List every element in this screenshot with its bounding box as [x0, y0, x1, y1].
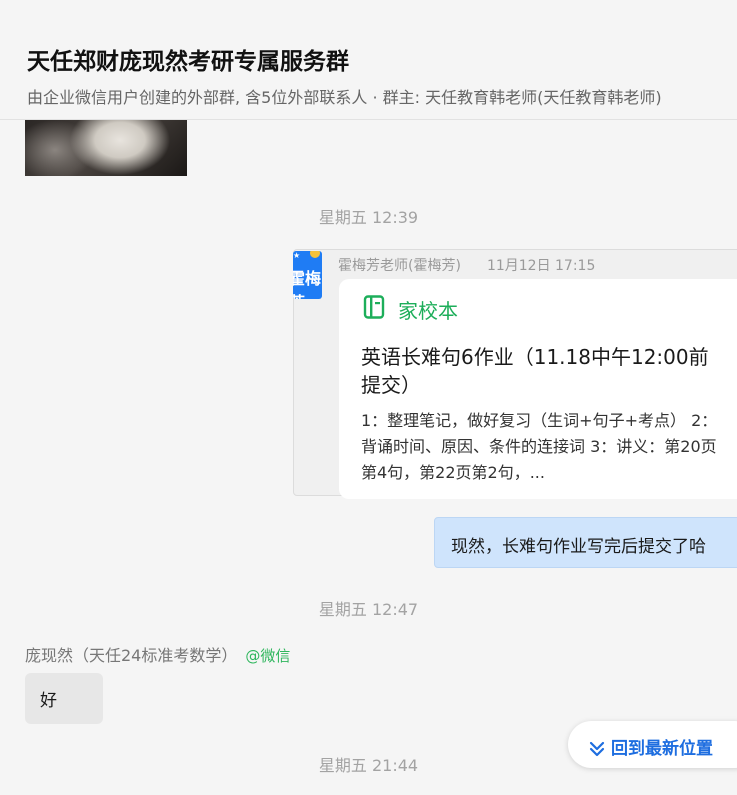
notebook-icon: [363, 295, 385, 319]
chat-header: 天任郑财庞现然考研专属服务群 由企业微信用户创建的外部群, 含5位外部联系人 ·…: [0, 0, 737, 120]
avatar[interactable]: ★ 霍梅芳: [293, 251, 322, 299]
card-title: 英语长难句6作业（11.18中午12:00前提交）: [361, 345, 709, 397]
app-name: 家校本: [398, 299, 458, 323]
time-separator: 星期五 12:39: [318, 208, 419, 227]
group-title[interactable]: 天任郑财庞现然考研专属服务群: [27, 42, 349, 76]
time-separator: 星期五 12:47: [318, 600, 419, 619]
back-to-latest-label: 回到最新位置: [611, 739, 713, 759]
outgoing-message[interactable]: 现然，长难句作业写完后提交了哈: [434, 517, 737, 568]
message-list[interactable]: 星期五 12:39 ★ 霍梅芳 霍梅芳老师(霍梅芳) 11月12日 17:15 家…: [0, 120, 737, 795]
incoming-message[interactable]: 好: [25, 673, 103, 724]
sun-icon: [310, 251, 320, 258]
forward-time: 11月12日 17:15: [486, 258, 596, 274]
sender-name[interactable]: 庞现然（天任24标准考数学）: [25, 646, 237, 665]
back-to-latest-button[interactable]: 回到最新位置: [568, 721, 737, 768]
wechat-tag: @微信: [245, 647, 291, 665]
avatar-text: 霍梅芳: [293, 269, 322, 299]
forward-meta: 霍梅芳老师(霍梅芳) 11月12日 17:15: [338, 255, 595, 275]
image-message[interactable]: [25, 120, 187, 176]
badge-icon: ★: [293, 251, 301, 260]
forward-sender: 霍梅芳老师(霍梅芳): [338, 258, 461, 274]
double-chevron-down-icon: [589, 741, 605, 757]
message-sender: 庞现然（天任24标准考数学） @微信: [25, 642, 290, 666]
card-body: 1：整理笔记，做好复习（生词+句子+考点） 2：背诵时间、原因、条件的连接词 3…: [361, 411, 718, 482]
homework-card[interactable]: 家校本 英语长难句6作业（11.18中午12:00前提交） 1：整理笔记，做好复…: [339, 279, 737, 499]
group-subtitle: 由企业微信用户创建的外部群, 含5位外部联系人 · 群主: 天任教育韩老师(天任…: [27, 88, 662, 107]
